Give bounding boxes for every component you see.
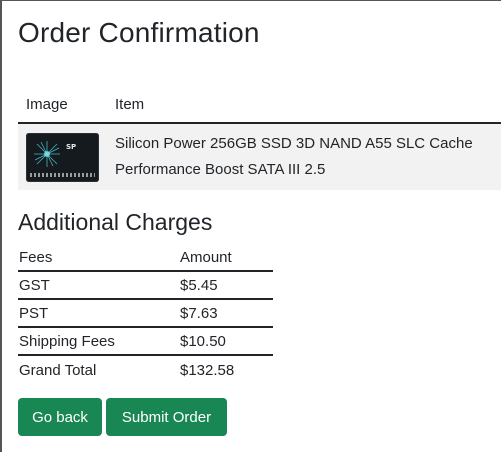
grand-total-amount: $132.58 — [180, 361, 235, 379]
charges-table-header: Fees Amount — [18, 244, 273, 272]
grand-total-row: Grand Total $132.58 — [18, 356, 273, 384]
additional-charges-title: Additional Charges — [18, 209, 213, 235]
table-row: GST $5.45 — [18, 272, 273, 300]
window-left-border — [0, 0, 2, 452]
grand-total-label: Grand Total — [19, 361, 97, 379]
fee-label: Shipping Fees — [19, 332, 115, 350]
table-row: Shipping Fees $10.50 — [18, 328, 273, 356]
column-header-fees: Fees — [19, 248, 53, 266]
submit-order-button[interactable]: Submit Order — [106, 398, 227, 436]
table-row: PST $7.63 — [18, 300, 273, 328]
ssd-label-strip — [30, 172, 95, 177]
fee-amount: $7.63 — [180, 304, 218, 322]
fee-amount: $5.45 — [180, 276, 218, 294]
page-title: Order Confirmation — [18, 17, 260, 48]
column-header-image: Image — [26, 95, 68, 113]
item-description: Silicon Power 256GB SSD 3D NAND A55 SLC … — [115, 135, 473, 178]
ssd-product-image: SP — [26, 132, 99, 182]
items-table: Image Item SP Silicon Power 256GB SSD 3D… — [18, 86, 501, 190]
table-row: SP Silicon Power 256GB SSD 3D NAND A55 S… — [18, 124, 501, 190]
item-image-cell: SP — [18, 132, 115, 182]
starburst-graphic — [34, 140, 60, 167]
window-top-border — [0, 0, 501, 1]
charges-table: Fees Amount GST $5.45 PST $7.63 Shipping… — [18, 244, 273, 384]
ssd-brand-logo: SP — [66, 142, 77, 151]
fee-label: PST — [19, 304, 49, 322]
column-header-item: Item — [115, 95, 145, 113]
go-back-button[interactable]: Go back — [18, 398, 102, 436]
fee-amount: $10.50 — [180, 332, 226, 350]
column-header-amount: Amount — [180, 248, 232, 266]
fee-label: GST — [19, 276, 50, 294]
items-table-header: Image Item — [18, 86, 501, 124]
